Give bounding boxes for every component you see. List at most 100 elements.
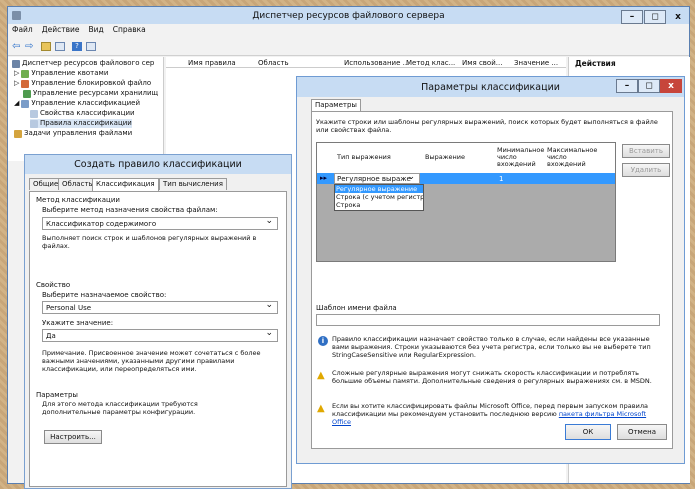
column-rule-name[interactable]: Имя правила bbox=[188, 59, 236, 67]
maximize-button[interactable]: ◻ bbox=[644, 10, 666, 24]
tab-evaluation-type[interactable]: Тип вычисления bbox=[159, 178, 227, 190]
menu-view[interactable]: Вид bbox=[88, 25, 103, 37]
note-text: Примечание. Присвоенное значение может с… bbox=[42, 349, 261, 373]
header-min-occurrences: Минимальное число вхождений bbox=[497, 146, 545, 168]
tree-classification-properties[interactable]: Свойства классификации bbox=[30, 109, 135, 118]
value-label: Укажите значение: bbox=[42, 319, 114, 327]
tree-file-management[interactable]: Задачи управления файлами bbox=[14, 129, 132, 138]
property-dropdown[interactable]: Personal Use bbox=[42, 301, 278, 314]
office-warning-icon: ▲ bbox=[317, 403, 325, 414]
tree-storage-reports[interactable]: Управление ресурсами хранилищ bbox=[23, 89, 158, 98]
value-dropdown[interactable]: Да bbox=[42, 329, 278, 342]
minimize-button[interactable]: – bbox=[621, 10, 643, 24]
toolbar: ⇦ ⇨ ? bbox=[8, 38, 689, 56]
quota-icon bbox=[21, 69, 30, 78]
params-minimize-button[interactable]: – bbox=[616, 79, 638, 93]
column-value[interactable]: Значение ... bbox=[514, 59, 558, 67]
main-titlebar: Диспетчер ресурсов файлового сервера – ◻… bbox=[8, 7, 689, 24]
tree-label: Свойства классификации bbox=[40, 109, 135, 117]
warning-text: Сложные регулярные выражения могут снижа… bbox=[332, 369, 652, 385]
property-label: Выберите назначаемое свойство: bbox=[42, 291, 167, 299]
tree-classification[interactable]: ◢ Управление классификацией bbox=[14, 99, 140, 108]
params-title: Параметры классификации bbox=[421, 81, 560, 93]
tasks-icon bbox=[14, 129, 22, 138]
configure-button[interactable]: Настроить... bbox=[44, 430, 102, 444]
filename-label: Шаблон имени файла bbox=[316, 304, 397, 312]
tree-label: Задачи управления файлами bbox=[24, 129, 133, 137]
expand-icon[interactable]: ▷ bbox=[14, 79, 19, 88]
column-scope[interactable]: Область bbox=[258, 59, 289, 67]
column-property-name[interactable]: Имя свой... bbox=[462, 59, 502, 67]
create-rule-dialog: Создать правило классификации Общие Обла… bbox=[24, 154, 292, 489]
console-tree-icon[interactable] bbox=[55, 42, 65, 51]
method-group-label: Метод классификации bbox=[36, 196, 120, 204]
warning-icon: ▲ bbox=[317, 370, 325, 381]
insert-button[interactable]: Вставить bbox=[622, 144, 670, 158]
params-close-button[interactable]: x bbox=[660, 79, 682, 93]
create-rule-tabs: Общие Область Классификация Тип вычислен… bbox=[29, 178, 287, 192]
method-label: Выберите метод назначения свойства файла… bbox=[42, 206, 218, 214]
expression-type-dropdown[interactable]: Регулярное выраже bbox=[334, 173, 420, 184]
row-min-value[interactable]: 1 bbox=[499, 175, 503, 183]
header-expression: Выражение bbox=[425, 153, 466, 161]
params-tab-panel: Укажите строки или шаблоны регулярных вы… bbox=[311, 111, 673, 449]
server-icon bbox=[12, 59, 20, 68]
app-icon bbox=[12, 11, 21, 20]
menu-file[interactable]: Файл bbox=[12, 25, 33, 37]
instruction-text: Укажите строки или шаблоны регулярных вы… bbox=[316, 118, 658, 134]
expression-grid: Тип выражения Выражение Минимальное числ… bbox=[316, 142, 616, 262]
ok-button[interactable]: ОК bbox=[565, 424, 611, 440]
close-button[interactable]: x bbox=[667, 10, 689, 24]
column-method[interactable]: Метод клас... bbox=[406, 59, 455, 67]
expand-icon[interactable]: ▷ bbox=[14, 69, 19, 78]
classification-icon bbox=[21, 99, 30, 108]
properties-list-icon bbox=[30, 109, 38, 118]
tree-label: Управление классификацией bbox=[31, 99, 140, 107]
tree-label: Управление квотами bbox=[31, 69, 109, 77]
method-description: Выполняет поиск строк и шаблонов регуляр… bbox=[42, 234, 257, 250]
header-expression-type: Тип выражения bbox=[337, 153, 391, 161]
tree-label: Правила классификации bbox=[40, 119, 132, 127]
option-regex[interactable]: Регулярное выражение bbox=[335, 185, 423, 193]
menu-bar: Файл Действие Вид Справка bbox=[8, 25, 689, 37]
tree-classification-rules[interactable]: Правила классификации bbox=[30, 119, 132, 128]
params-titlebar: Параметры классификации – ◻ x bbox=[297, 77, 684, 97]
create-rule-title: Создать правило классификации bbox=[74, 159, 242, 170]
classification-tab-panel: Метод классификации Выберите метод назна… bbox=[29, 191, 287, 487]
help-icon[interactable]: ? bbox=[72, 42, 82, 51]
main-window-title: Диспетчер ресурсов файлового сервера bbox=[252, 10, 445, 21]
menu-action[interactable]: Действие bbox=[42, 25, 80, 37]
row-selector-icon: ▸▸ bbox=[320, 174, 328, 182]
method-dropdown[interactable]: Классификатор содержимого bbox=[42, 217, 278, 230]
tree-quotas[interactable]: ▷ Управление квотами bbox=[14, 69, 108, 78]
tree-pane: Диспетчер ресурсов файлового сер ▷ Управл… bbox=[8, 57, 164, 161]
rules-icon bbox=[30, 119, 38, 128]
screen-icon bbox=[21, 79, 30, 88]
delete-button[interactable]: Удалить bbox=[622, 163, 670, 177]
properties-icon[interactable] bbox=[86, 42, 96, 51]
tree-screening[interactable]: ▷ Управление блокировкой файло bbox=[14, 79, 151, 88]
tab-scope[interactable]: Область bbox=[58, 178, 97, 190]
params-dialog: Параметры классификации – ◻ x Параметры … bbox=[296, 76, 685, 464]
option-string[interactable]: Строка bbox=[335, 201, 423, 209]
cancel-button[interactable]: Отмена bbox=[617, 424, 667, 440]
folder-up-icon[interactable] bbox=[41, 42, 51, 51]
column-usage[interactable]: Использование ... bbox=[344, 59, 409, 67]
tree-root[interactable]: Диспетчер ресурсов файлового сер bbox=[12, 59, 154, 68]
filename-input[interactable] bbox=[316, 314, 660, 326]
tab-classification[interactable]: Классификация bbox=[92, 178, 159, 191]
property-group-label: Свойство bbox=[36, 281, 71, 289]
back-icon[interactable]: ⇦ bbox=[12, 41, 20, 52]
option-string-case[interactable]: Строка (с учетом регистр bbox=[335, 193, 423, 201]
menu-help[interactable]: Справка bbox=[113, 25, 146, 37]
info-icon: i bbox=[318, 336, 328, 346]
tree-label: Управление блокировкой файло bbox=[31, 79, 152, 87]
grid-row[interactable]: ▸▸ Регулярное выраже 1 bbox=[317, 173, 615, 184]
params-maximize-button[interactable]: ◻ bbox=[638, 79, 660, 93]
collapse-icon[interactable]: ◢ bbox=[14, 99, 19, 108]
forward-icon[interactable]: ⇨ bbox=[25, 41, 33, 52]
grid-header-row: Тип выражения Выражение Минимальное числ… bbox=[317, 143, 615, 173]
actions-title: Действия bbox=[575, 59, 616, 68]
tree-label: Диспетчер ресурсов файлового сер bbox=[22, 59, 155, 67]
params-description: Для этого метода классификации требуются… bbox=[42, 400, 198, 416]
